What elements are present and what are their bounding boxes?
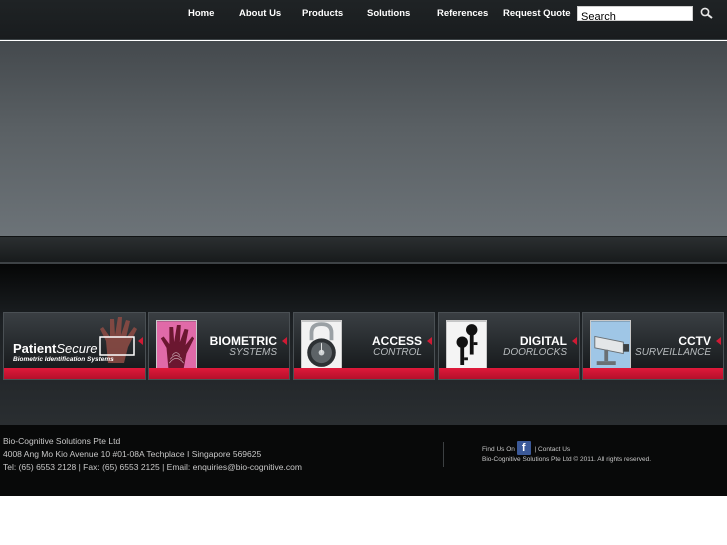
- hero-banner: [0, 41, 727, 236]
- footer-divider: [443, 442, 444, 467]
- product-tile-patientsecure[interactable]: PatientSecure Biometric Identification S…: [3, 312, 146, 380]
- nav-request-quote[interactable]: Request Quote: [503, 8, 571, 19]
- footer-contact-details: Tel: (65) 6553 2128 | Fax: (65) 6553 212…: [3, 462, 302, 472]
- facebook-icon[interactable]: f: [516, 441, 531, 455]
- tile-arrow-icon: [572, 337, 577, 345]
- patientsecure-subtitle: Biometric Identification Systems: [13, 356, 114, 363]
- patientsecure-logo-text: PatientSecure: [13, 341, 98, 356]
- search-icon[interactable]: [700, 7, 713, 19]
- footer-company-name: Bio-Cognitive Solutions Pte Ltd: [3, 436, 121, 446]
- product-tile-biometric[interactable]: BIOMETRIC SYSTEMS: [148, 312, 290, 380]
- tile-arrow-icon: [716, 337, 721, 345]
- tile-subtitle: CONTROL: [373, 347, 422, 358]
- page: Home About Us Products Solutions Referen…: [0, 0, 727, 545]
- nav-products[interactable]: Products: [302, 8, 343, 19]
- product-tile-digital-doorlocks[interactable]: DIGITAL DOORLOCKS: [438, 312, 580, 380]
- nav-references[interactable]: References: [437, 8, 488, 19]
- keys-icon: [446, 320, 487, 371]
- tile-red-bar: [294, 368, 434, 379]
- tile-title: ACCESS: [371, 334, 422, 348]
- tile-red-bar: [4, 368, 145, 379]
- tile-title: CCTV: [678, 334, 711, 348]
- footer-address: 4008 Ang Mo Kio Avenue 10 #01-08A Techpl…: [3, 449, 262, 459]
- nav-about-us[interactable]: About Us: [239, 8, 281, 19]
- tile-red-bar: [149, 368, 289, 379]
- nav-home[interactable]: Home: [188, 8, 214, 19]
- products-section: PatientSecure Biometric Identification S…: [0, 264, 727, 425]
- footer-links: Find Us On f | Contact Us Bio-Cognitive …: [482, 441, 651, 465]
- tile-subtitle: SYSTEMS: [229, 347, 277, 358]
- tile-title: DIGITAL: [519, 334, 567, 348]
- tile-subtitle: SURVEILLANCE: [635, 347, 711, 358]
- tile-title: BIOMETRIC: [209, 334, 277, 348]
- tile-arrow-icon: [427, 337, 432, 345]
- footer-copyright: Bio-Cognitive Solutions Pte Ltd © 2011. …: [482, 456, 652, 463]
- footer: Bio-Cognitive Solutions Pte Ltd 4008 Ang…: [0, 425, 727, 496]
- contact-us-link[interactable]: Contact Us: [538, 446, 570, 453]
- tile-red-bar: [583, 368, 723, 379]
- search-input[interactable]: [578, 10, 692, 24]
- product-tile-cctv[interactable]: CCTV SURVEILLANCE: [582, 312, 724, 380]
- footer-separator: |: [534, 446, 537, 453]
- tile-red-bar: [439, 368, 579, 379]
- search-box: [577, 6, 693, 24]
- find-us-text: Find Us On: [482, 446, 515, 453]
- banner-base-strip: [0, 236, 727, 264]
- product-tile-access-control[interactable]: ACCESS CONTROL: [293, 312, 435, 380]
- tile-arrow-icon: [138, 337, 143, 345]
- fingerprint-hand-icon: [156, 320, 197, 371]
- tile-subtitle: DOORLOCKS: [503, 347, 567, 358]
- padlock-icon: [301, 320, 342, 371]
- footer-company-info: Bio-Cognitive Solutions Pte Ltd 4008 Ang…: [3, 435, 302, 474]
- top-navigation-bar: Home About Us Products Solutions Referen…: [0, 0, 727, 40]
- nav-solutions[interactable]: Solutions: [367, 8, 410, 19]
- tile-arrow-icon: [282, 337, 287, 345]
- cctv-camera-icon: [590, 320, 631, 371]
